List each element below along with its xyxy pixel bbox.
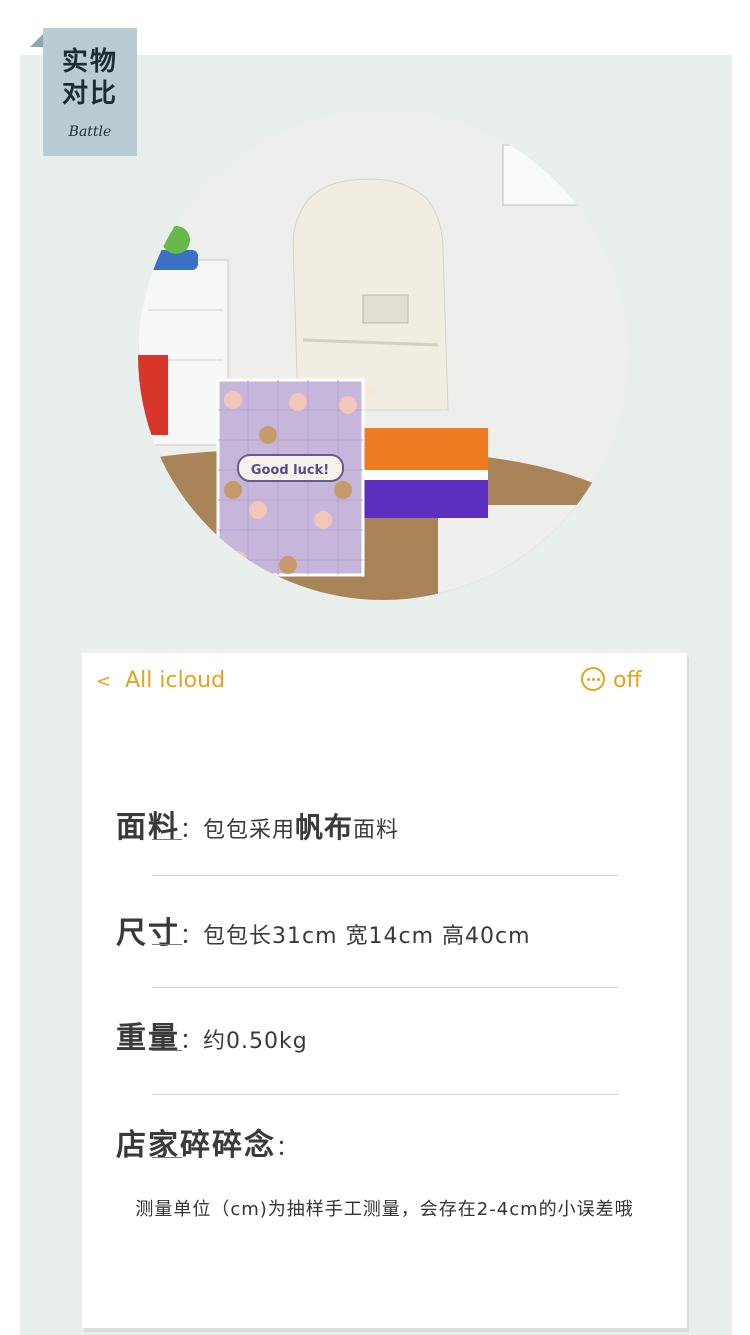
- spec-notes-row: 店家碎碎念：: [116, 1120, 299, 1164]
- spec-material-value-pre: 包包采用: [203, 818, 296, 843]
- back-label: All icloud: [125, 668, 226, 693]
- product-photo: Good luck!: [138, 110, 628, 600]
- notebook-text: Good luck!: [251, 463, 329, 478]
- measurement-note: 测量单位（cm)为抽样手工测量，会存在2-4cm的小误差哦: [135, 1199, 634, 1220]
- divider: [152, 875, 618, 876]
- spec-weight-row: 重量：约0.50kg: [116, 1013, 308, 1057]
- product-photo-illustration: Good luck!: [138, 110, 628, 600]
- spec-material-value-bold: 帆布: [295, 811, 353, 844]
- label-underline: [152, 944, 182, 945]
- spec-size-value: 包包长31cm 宽14cm 高40cm: [203, 924, 531, 949]
- more-label: off: [613, 668, 642, 693]
- badge-title-line2: 对比: [61, 79, 118, 109]
- spec-size-row: 尺寸：包包长31cm 宽14cm 高40cm: [116, 908, 531, 952]
- label-underline: [152, 839, 182, 840]
- spec-material-value-bold-text: 帆布: [295, 811, 354, 844]
- badge-title-line1: 实物: [61, 47, 118, 77]
- badge-subtitle: Battle: [68, 124, 112, 140]
- spec-size-label: 尺寸: [116, 916, 180, 951]
- comparison-badge: 实物 对比 Battle: [43, 28, 137, 156]
- colon-separator: ：: [180, 1029, 204, 1054]
- info-card: [82, 653, 687, 1328]
- badge-title: 实物 对比: [43, 46, 137, 110]
- chevron-left-icon: <: [96, 671, 112, 692]
- colon-separator: ：: [276, 1136, 300, 1161]
- label-underline: [152, 1157, 182, 1158]
- spec-material-value-post: 面料: [353, 818, 400, 843]
- colon-separator: ：: [180, 818, 204, 843]
- spec-notes-label: 店家碎碎念: [116, 1128, 276, 1163]
- spec-weight-value: 约0.50kg: [203, 1029, 308, 1054]
- badge-fold-corner: [30, 33, 44, 47]
- back-button[interactable]: < All icloud: [96, 666, 225, 696]
- more-button[interactable]: off: [581, 666, 642, 696]
- label-underline: [152, 1050, 182, 1051]
- colon-separator: ：: [180, 924, 204, 949]
- divider: [152, 987, 618, 988]
- divider: [152, 1094, 618, 1095]
- ellipsis-circle-icon: [581, 667, 605, 691]
